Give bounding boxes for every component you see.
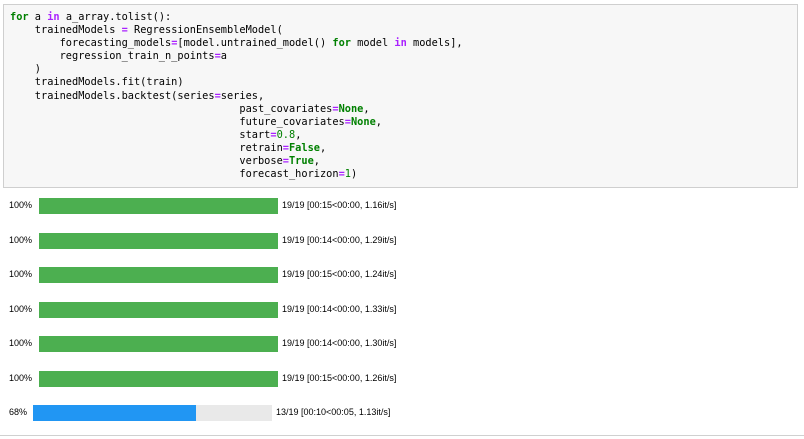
progress-bar-fill — [39, 233, 278, 249]
code-cell[interactable]: for a in a_array.tolist(): trainedModels… — [3, 4, 798, 188]
progress-percent-label: 100% — [9, 373, 33, 383]
code-line: forecasting_models=[model.untrained_mode… — [10, 37, 797, 50]
progress-info-text: 19/19 [00:14<00:00, 1.29it/s] — [282, 235, 397, 245]
code-token: trainedModels.fit(train) — [10, 76, 184, 89]
code-token: a — [28, 11, 48, 23]
code-token: series, — [220, 89, 265, 102]
number-token: 0.8 — [276, 128, 296, 141]
progress-row: 100% 19/19 [00:14<00:00, 1.30it/s] — [0, 335, 804, 353]
code-token: a — [220, 50, 227, 63]
progress-info-text: 19/19 [00:15<00:00, 1.26it/s] — [282, 373, 397, 383]
keyword-token: None — [338, 102, 364, 115]
code-token: ) — [350, 168, 358, 181]
code-token: models], — [406, 37, 463, 50]
code-token: model — [350, 37, 395, 50]
keyword-token: for — [332, 37, 351, 50]
code-token: start — [10, 128, 271, 141]
code-line: trainedModels = RegressionEnsembleModel( — [10, 24, 797, 37]
progress-bar-track — [39, 267, 278, 283]
progress-percent-label: 100% — [9, 235, 33, 245]
progress-bar-track — [39, 198, 278, 214]
code-token: regression_train_n_points — [10, 50, 215, 63]
code-line: trainedModels.fit(train) — [10, 76, 797, 89]
code-token: ) — [10, 63, 41, 76]
progress-row: 100% 19/19 [00:15<00:00, 1.24it/s] — [0, 266, 804, 284]
progress-bar-fill — [39, 336, 278, 352]
code-token: , — [375, 115, 382, 128]
code-line: ) — [10, 63, 797, 76]
code-line: trainedModels.backtest(series=series, — [10, 90, 797, 103]
progress-percent-label: 100% — [9, 338, 33, 348]
progress-row: 100% 19/19 [00:15<00:00, 1.16it/s] — [0, 197, 804, 215]
code-line: start=0.8, — [10, 129, 797, 142]
progress-row: 100% 19/19 [00:14<00:00, 1.29it/s] — [0, 232, 804, 250]
code-token: , — [295, 128, 302, 141]
code-token: past_covariates — [10, 102, 333, 115]
code-line: past_covariates=None, — [10, 103, 797, 116]
keyword-token: for — [10, 11, 29, 23]
keyword-token: True — [288, 155, 314, 168]
keyword-token: False — [288, 141, 320, 154]
progress-row: 100% 19/19 [00:15<00:00, 1.26it/s] — [0, 370, 804, 388]
progress-percent-label: 100% — [9, 200, 33, 210]
code-token: verbose — [10, 155, 283, 168]
code-line: for a in a_array.tolist(): — [10, 11, 797, 24]
code-token: RegressionEnsembleModel( — [127, 24, 283, 37]
code-token: , — [363, 102, 370, 115]
progress-bar-track — [39, 336, 278, 352]
code-token: , — [313, 155, 320, 168]
code-line: regression_train_n_points=a — [10, 50, 797, 63]
progress-row: 68% 13/19 [00:10<00:05, 1.13it/s] — [0, 404, 804, 422]
operator-token: in — [394, 37, 407, 50]
cell-divider — [0, 435, 804, 436]
progress-bar-fill — [39, 371, 278, 387]
progress-bar-track — [33, 405, 272, 421]
operator-token: in — [47, 11, 60, 23]
code-token: forecast_horizon — [10, 168, 339, 181]
progress-bar-fill — [39, 267, 278, 283]
progress-bar-track — [39, 302, 278, 318]
progress-percent-label: 100% — [9, 304, 33, 314]
progress-bar-fill — [39, 198, 278, 214]
code-token: forecasting_models — [10, 37, 172, 50]
progress-bar-fill — [33, 405, 196, 421]
progress-percent-label: 100% — [9, 269, 33, 279]
progress-info-text: 19/19 [00:14<00:00, 1.33it/s] — [282, 304, 397, 314]
code-line: forecast_horizon=1) — [10, 168, 797, 181]
progress-info-text: 19/19 [00:15<00:00, 1.16it/s] — [282, 200, 397, 210]
progress-percent-label: 68% — [9, 407, 28, 417]
code-editor[interactable]: for a in a_array.tolist(): trainedModels… — [4, 5, 797, 181]
keyword-token: None — [350, 115, 376, 128]
code-token: a_array.tolist(): — [59, 11, 172, 23]
code-token: [model.untrained_model() — [177, 37, 333, 50]
code-line: verbose=True, — [10, 155, 797, 168]
code-token: retrain — [10, 141, 283, 154]
code-token: future_covariates — [10, 115, 345, 128]
code-token: trainedModels — [10, 24, 122, 37]
progress-bar-track — [39, 371, 278, 387]
progress-info-text: 19/19 [00:15<00:00, 1.24it/s] — [282, 269, 397, 279]
progress-bar-track — [39, 233, 278, 249]
code-line: retrain=False, — [10, 142, 797, 155]
progress-row: 100% 19/19 [00:14<00:00, 1.33it/s] — [0, 301, 804, 319]
code-line: future_covariates=None, — [10, 116, 797, 129]
progress-info-text: 19/19 [00:14<00:00, 1.30it/s] — [282, 338, 397, 348]
code-token: trainedModels.backtest(series — [10, 89, 215, 102]
progress-bar-fill — [39, 302, 278, 318]
progress-info-text: 13/19 [00:10<00:05, 1.13it/s] — [276, 407, 391, 417]
code-token: , — [319, 141, 327, 154]
